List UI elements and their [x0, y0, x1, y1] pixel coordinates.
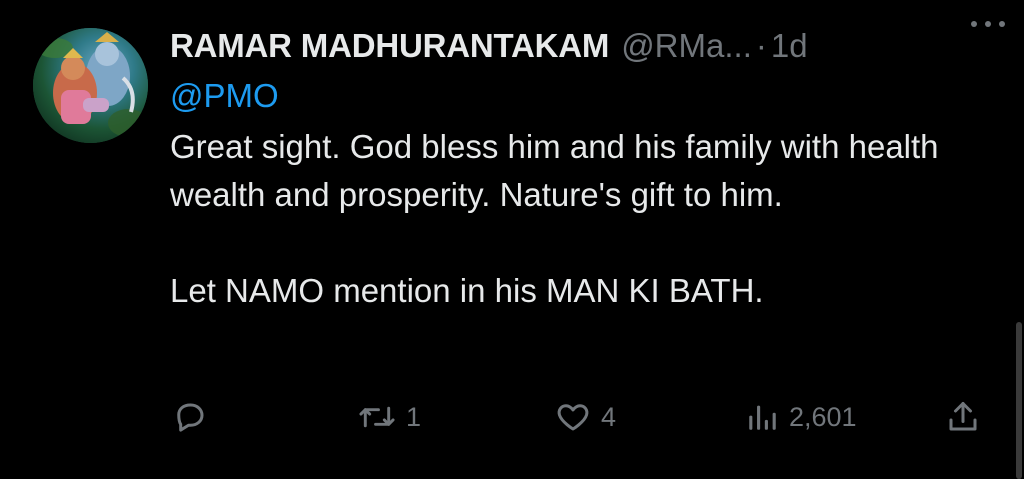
retweet-count: 1 [406, 401, 422, 432]
display-name[interactable]: RAMAR MADHURANTAKAM [170, 24, 609, 68]
tweet-text: Great sight. God bless him and his famil… [170, 123, 990, 315]
reply-button[interactable] [172, 395, 218, 439]
scrollbar[interactable] [1016, 322, 1022, 479]
views-button[interactable]: 2,601 [745, 395, 857, 439]
tweet-timestamp[interactable]: 1d [771, 24, 808, 68]
share-button[interactable] [945, 395, 981, 439]
like-button[interactable]: 4 [555, 395, 616, 439]
like-count: 4 [601, 401, 617, 432]
avatar[interactable] [33, 28, 148, 143]
tweet-header: RAMAR MADHURANTAKAM @RMa... · 1d [170, 24, 1000, 68]
more-horizontal-icon[interactable] [966, 14, 1010, 34]
tweet-paragraph: Let NAMO mention in his MAN KI BATH. [170, 272, 764, 309]
share-icon [945, 399, 981, 435]
tweet-paragraph: Great sight. God bless him and his famil… [170, 128, 939, 213]
reply-icon [172, 399, 208, 435]
tweet[interactable]: RAMAR MADHURANTAKAM @RMa... · 1d @PMO Gr… [0, 0, 1024, 479]
retweet-button[interactable]: 1 [358, 395, 421, 439]
tweet-content: RAMAR MADHURANTAKAM @RMa... · 1d @PMO Gr… [170, 24, 1000, 315]
views-count: 2,601 [789, 401, 857, 432]
reply-to-mention[interactable]: @PMO [170, 73, 1000, 119]
separator-dot: · [755, 27, 767, 64]
retweet-icon [358, 399, 396, 435]
tweet-actions: 1 4 2,601 [170, 395, 990, 439]
heart-icon [555, 399, 591, 435]
avatar-image [33, 28, 148, 143]
user-handle[interactable]: @RMa... [621, 24, 752, 68]
views-icon [745, 400, 779, 434]
